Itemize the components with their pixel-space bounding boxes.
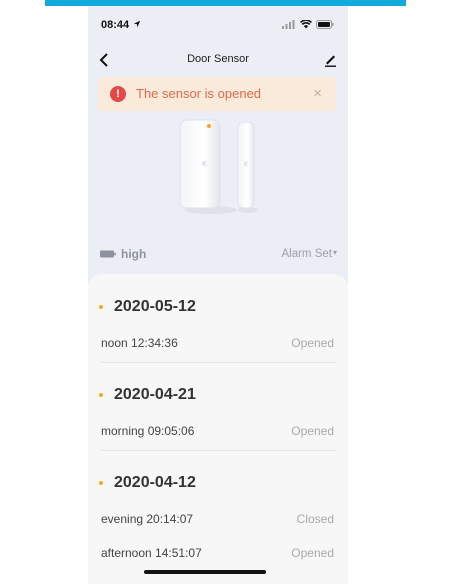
- status-time-text: 08:44: [101, 19, 130, 31]
- status-bar: 08:44: [88, 6, 348, 40]
- sensor-alert-banner: ! The sensor is opened ×: [98, 77, 336, 111]
- date-label: 2020-04-12: [114, 474, 196, 491]
- battery-level-label: high: [121, 247, 147, 261]
- alarm-set-label: Alarm Set: [281, 248, 332, 260]
- status-time: 08:44: [101, 19, 141, 31]
- date-header: 2020-05-12: [99, 298, 196, 316]
- event-time: noon 12:34:36: [101, 336, 178, 350]
- exclamation-circle-icon: !: [110, 86, 126, 102]
- alarm-set-dropdown[interactable]: Alarm Set▾: [281, 248, 337, 260]
- event-row: evening 20:14:07 Closed: [101, 512, 334, 530]
- door-sensor-illustration: K K: [179, 119, 258, 214]
- edit-button[interactable]: [320, 50, 340, 70]
- event-time: evening 20:14:07: [101, 512, 194, 526]
- date-dot: [99, 481, 103, 485]
- date-dot: [99, 305, 103, 309]
- event-state: Opened: [291, 424, 334, 438]
- event-state: Closed: [296, 512, 334, 526]
- home-indicator: [144, 570, 266, 574]
- alert-message: The sensor is opened: [136, 86, 262, 101]
- date-header: 2020-04-12: [99, 474, 196, 492]
- page-title: Door Sensor: [187, 53, 249, 65]
- date-header: 2020-04-21: [99, 386, 196, 404]
- phone-screen: 08:44 Door Sensor ! The sensor is opened…: [88, 6, 348, 584]
- battery-status: high: [100, 247, 146, 261]
- date-label: 2020-05-12: [114, 298, 196, 315]
- divider: [100, 362, 336, 363]
- battery-icon: [316, 20, 334, 29]
- signal-icon: [282, 20, 295, 29]
- event-row: morning 09:05:06 Opened: [101, 424, 334, 442]
- event-time: afternoon 14:51:07: [101, 546, 202, 560]
- history-card: 2020-05-12 noon 12:34:36 Opened 2020-04-…: [88, 274, 348, 584]
- edit-pencil-icon: [325, 55, 336, 67]
- location-arrow-icon: [134, 20, 141, 28]
- event-state: Opened: [291, 546, 334, 560]
- status-icons: [282, 20, 334, 29]
- svg-text:K: K: [202, 160, 207, 168]
- wifi-icon: [300, 20, 312, 29]
- divider: [100, 450, 336, 451]
- alert-close-button[interactable]: ×: [313, 85, 322, 102]
- date-dot: [99, 393, 103, 397]
- event-state: Opened: [291, 336, 334, 350]
- caret-down-icon: ▾: [332, 248, 337, 257]
- event-row: afternoon 14:51:07 Opened: [101, 546, 334, 564]
- event-row: noon 12:34:36 Opened: [101, 336, 334, 354]
- battery-level-icon: [100, 250, 116, 258]
- door-sensor-image: K K: [176, 118, 266, 218]
- event-time: morning 09:05:06: [101, 424, 195, 438]
- date-label: 2020-04-21: [114, 386, 196, 403]
- nav-bar: Door Sensor: [88, 48, 348, 72]
